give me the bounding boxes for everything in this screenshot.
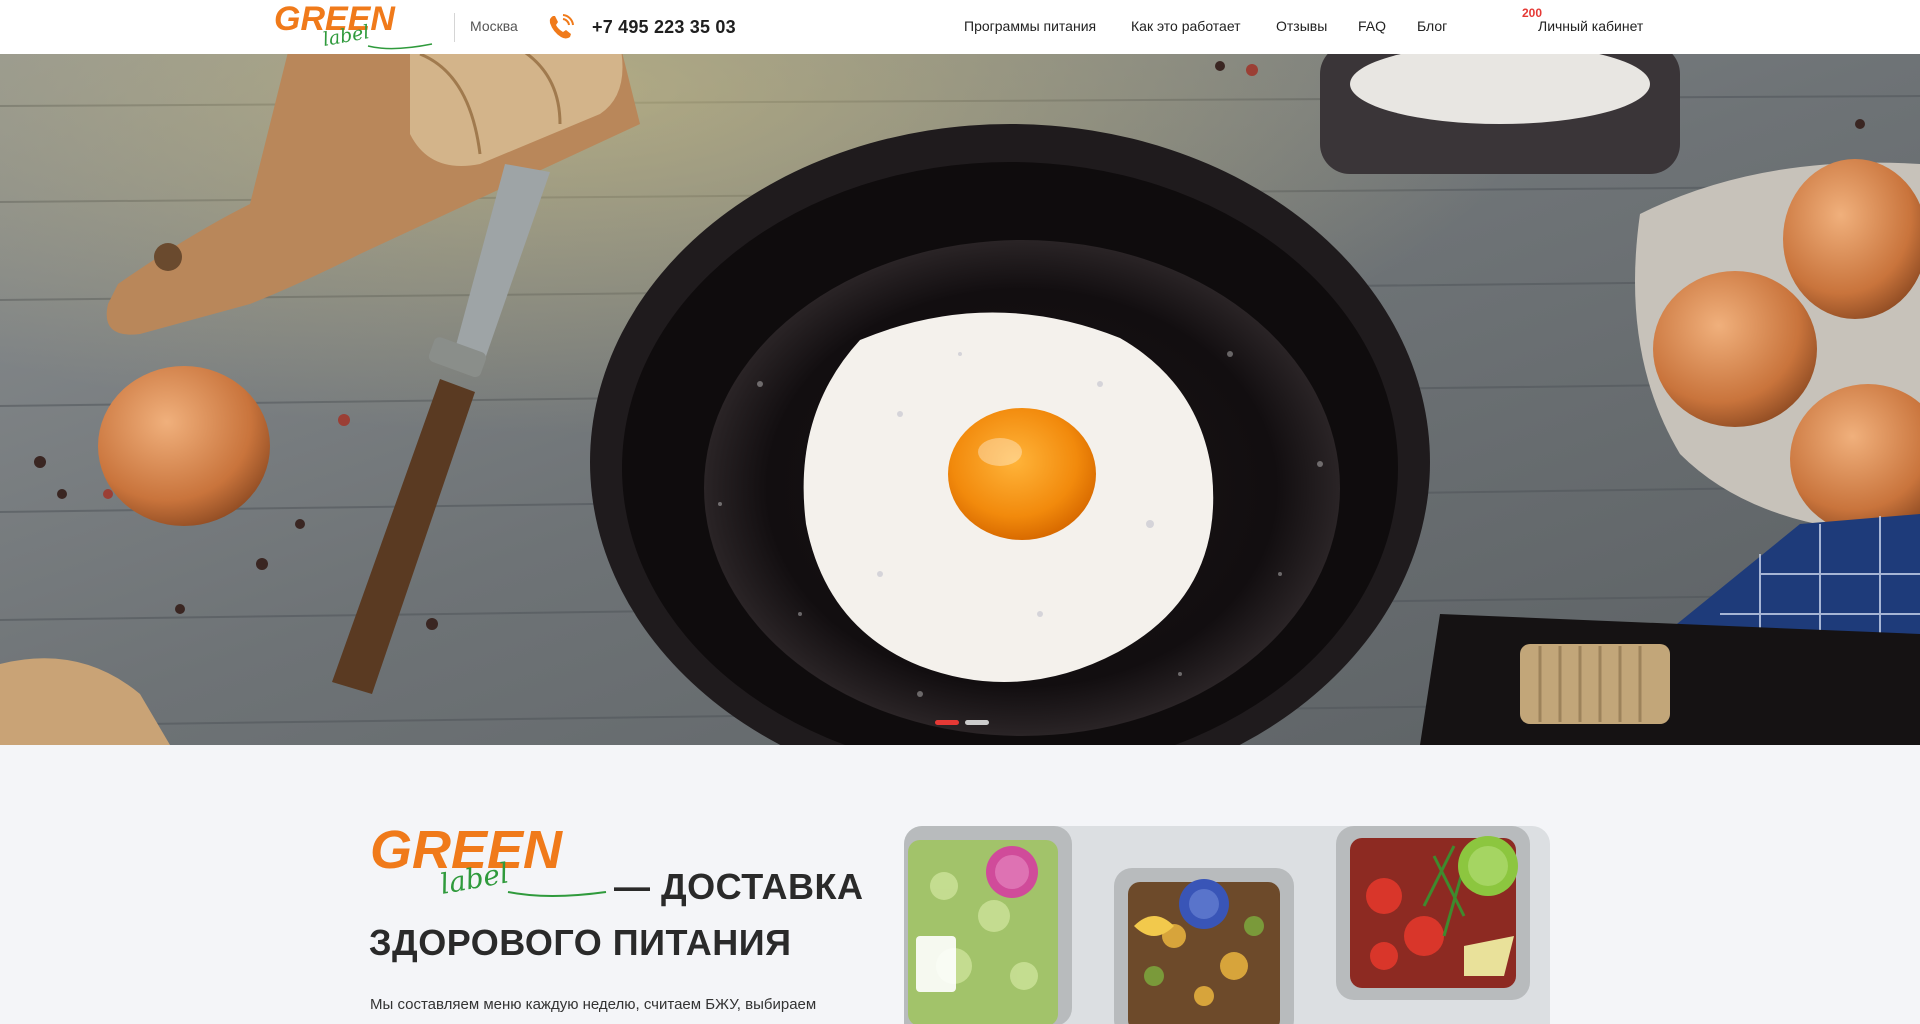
slider-dot-1[interactable] <box>935 720 959 725</box>
slider-dots <box>935 720 995 730</box>
intro-title-line-1: — ДОСТАВКА <box>614 866 864 907</box>
hero-photo <box>0 54 1920 745</box>
nav-reviews[interactable]: Отзывы <box>1276 18 1327 34</box>
nav-programs[interactable]: Программы питания <box>964 18 1096 34</box>
account-link[interactable]: Личный кабинет <box>1538 18 1643 34</box>
nav-faq[interactable]: FAQ <box>1358 18 1386 34</box>
meal-boxes-photo <box>904 826 1550 1024</box>
slider-dot-2[interactable] <box>965 720 989 725</box>
intro-logo: GREEN label <box>370 822 607 901</box>
nav-blog[interactable]: Блог <box>1417 18 1447 34</box>
hero-slider <box>0 54 1920 745</box>
nav-how-it-works[interactable]: Как это работает <box>1131 18 1241 34</box>
intro-title-line-2: ЗДОРОВОГО ПИТАНИЯ <box>369 922 792 963</box>
intro-description: Мы составляем меню каждую неделю, считае… <box>370 996 817 1013</box>
site-header: GREEN label Москва +7 495 223 35 03 Прог… <box>0 0 1920 54</box>
